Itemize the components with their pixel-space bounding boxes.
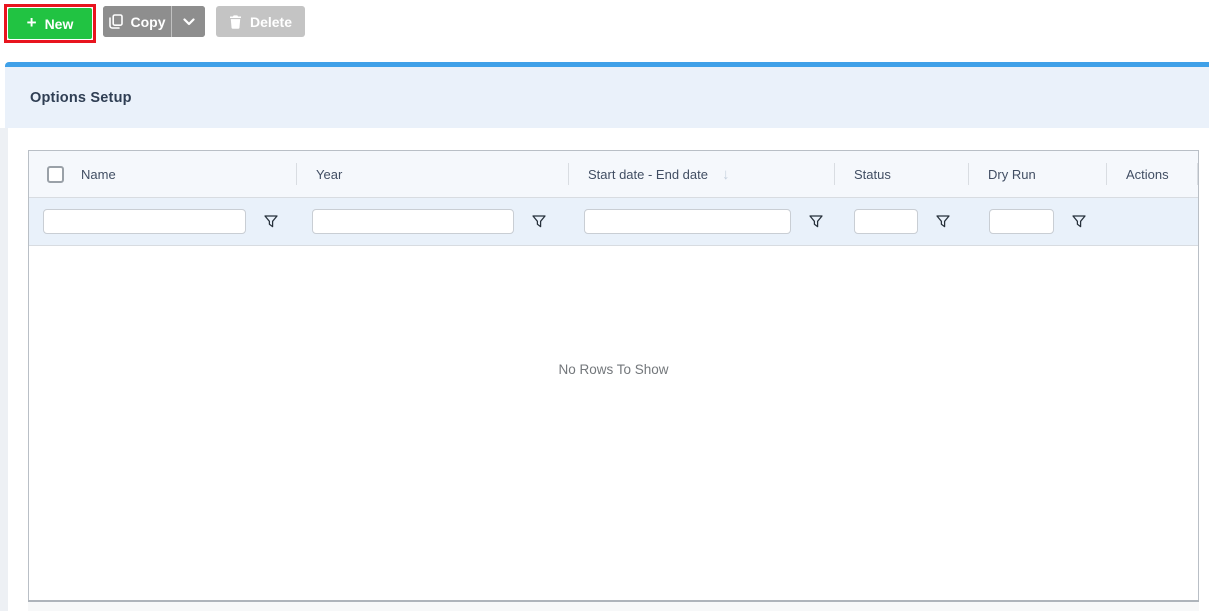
page-title: Options Setup [30,89,132,106]
copy-icon [108,14,123,29]
select-all-checkbox[interactable] [47,165,64,183]
new-button-label: New [44,15,74,32]
filter-cell-year [296,198,568,245]
copy-dropdown-button[interactable] [171,6,205,37]
grid-header-row: Name Year Start date - End date ↓ Status… [29,151,1198,198]
trash-icon [229,14,242,29]
filter-input-dry-run[interactable] [989,209,1054,234]
filter-input-year[interactable] [312,209,514,234]
filter-menu-button-name[interactable] [264,215,278,228]
funnel-icon [532,215,546,228]
new-button[interactable]: + New [8,8,92,39]
left-edge-strip [0,128,8,611]
grid-body: No Rows To Show [29,246,1198,601]
column-label-dry-run: Dry Run [988,166,1036,182]
column-header-actions[interactable]: Actions [1106,151,1198,197]
column-header-name[interactable]: Name [29,151,296,197]
column-label-actions: Actions [1126,166,1169,182]
column-label-status: Status [854,166,891,182]
grid-footer-bar [28,600,1199,611]
annotation-highlight-box: + New [4,4,96,43]
chevron-down-icon [182,17,195,26]
toolbar: + New Copy Delete [0,0,1209,62]
sort-down-icon: ↓ [721,165,730,183]
panel-header: Options Setup [5,67,1209,128]
column-header-year[interactable]: Year [296,151,568,197]
delete-button[interactable]: Delete [216,6,305,37]
no-rows-message: No Rows To Show [558,362,669,377]
funnel-icon [809,215,823,228]
filter-menu-button-year[interactable] [532,215,546,228]
filter-menu-button-dry-run[interactable] [1072,215,1086,228]
column-header-status[interactable]: Status [834,151,968,197]
filter-cell-actions [1106,198,1198,245]
copy-button-group: Copy [103,6,205,37]
filter-input-name[interactable] [43,209,246,234]
filter-menu-button-status[interactable] [936,215,950,228]
column-header-start-end-date[interactable]: Start date - End date ↓ [568,151,834,197]
filter-input-start-end-date[interactable] [584,209,791,234]
filter-menu-button-start-end-date[interactable] [809,215,823,228]
copy-button[interactable]: Copy [103,6,171,37]
column-label-year: Year [316,166,343,182]
funnel-icon [1072,215,1086,228]
filter-cell-dry-run [968,198,1106,245]
column-label-name: Name [81,166,116,182]
copy-button-label: Copy [130,13,166,30]
filter-cell-status [834,198,968,245]
filter-cell-start-end-date [568,198,834,245]
delete-button-label: Delete [249,13,293,30]
filter-input-status[interactable] [854,209,918,234]
filter-cell-name [29,198,296,245]
funnel-icon [264,215,278,228]
funnel-icon [936,215,950,228]
column-header-dry-run[interactable]: Dry Run [968,151,1106,197]
plus-icon: + [26,13,37,32]
column-label-start-end-date: Start date - End date [588,166,708,182]
grid-filter-row [29,198,1198,246]
data-grid: Name Year Start date - End date ↓ Status… [28,150,1199,601]
